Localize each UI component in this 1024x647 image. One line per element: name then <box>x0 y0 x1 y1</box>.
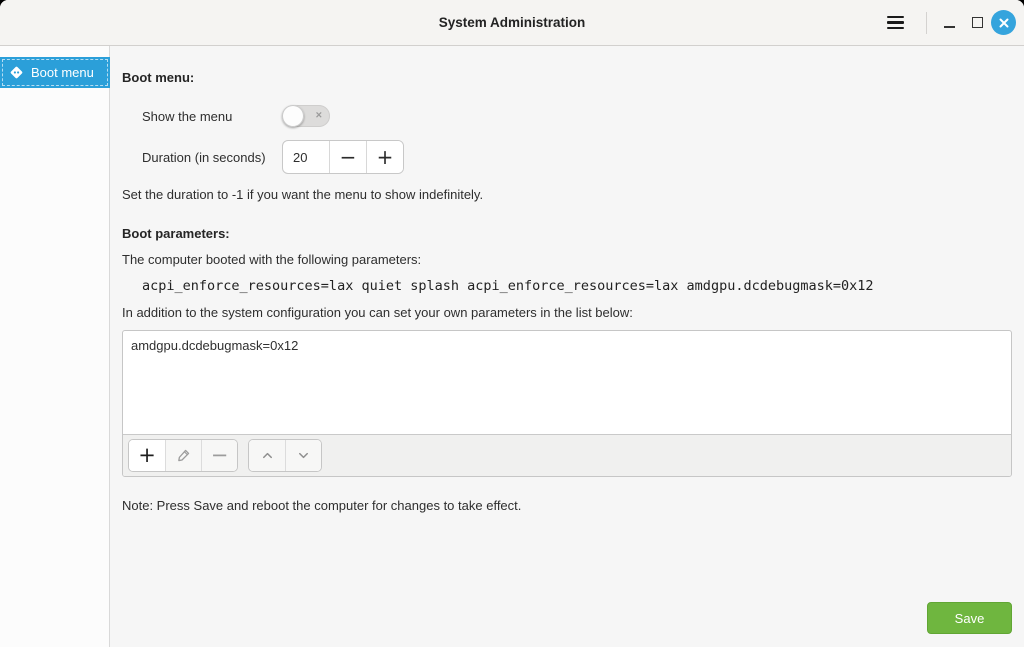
edit-icon <box>176 448 191 463</box>
move-up-button[interactable] <box>249 440 285 471</box>
duration-increment-button[interactable]: + <box>366 141 403 173</box>
hamburger-menu-button[interactable] <box>878 8 912 38</box>
move-down-button[interactable] <box>285 440 321 471</box>
duration-row: Duration (in seconds) − + <box>142 140 1012 174</box>
close-button[interactable] <box>991 10 1016 35</box>
hamburger-icon <box>887 16 904 19</box>
sidebar-item-label: Boot menu <box>31 65 94 80</box>
duration-hint: Set the duration to -1 if you want the m… <box>122 187 1012 202</box>
content: Boot menu: Show the menu × Duration (in … <box>110 46 1024 647</box>
show-menu-toggle[interactable]: × <box>282 105 330 127</box>
maximize-button[interactable] <box>963 9 991 37</box>
close-icon <box>998 17 1010 29</box>
move-up-icon <box>260 448 275 463</box>
titlebar-controls <box>878 0 1016 45</box>
duration-decrement-button[interactable]: − <box>329 141 366 173</box>
custom-params-list[interactable]: amdgpu.dcdebugmask=0x12 <box>123 331 1011 434</box>
minimize-button[interactable] <box>935 9 963 37</box>
boot-diamond-icon <box>9 65 24 80</box>
list-toolbar: + − <box>123 434 1011 476</box>
system-administration-window: System Administration <box>0 0 1024 647</box>
show-menu-row: Show the menu × <box>142 99 1012 133</box>
custom-params-frame: amdgpu.dcdebugmask=0x12 + − <box>122 330 1012 477</box>
duration-label: Duration (in seconds) <box>142 150 282 165</box>
edit-button-group: + − <box>128 439 238 472</box>
toggle-off-x-icon: × <box>316 111 322 122</box>
move-button-group <box>248 439 322 472</box>
titlebar: System Administration <box>0 0 1024 46</box>
sidebar: Boot menu <box>0 46 110 647</box>
minimize-icon <box>944 26 955 28</box>
duration-spinbox: − + <box>282 140 404 174</box>
booted-with-label: The computer booted with the following p… <box>122 252 1012 267</box>
add-parameter-button[interactable]: + <box>129 440 165 471</box>
main-area: Boot menu Boot menu: Show the menu × Dur… <box>0 46 1024 647</box>
custom-params-label: In addition to the system configuration … <box>122 305 1012 320</box>
edit-parameter-button[interactable] <box>165 440 201 471</box>
boot-menu-heading: Boot menu: <box>122 70 1012 85</box>
window-title: System Administration <box>439 15 586 30</box>
move-down-icon <box>296 448 311 463</box>
list-item[interactable]: amdgpu.dcdebugmask=0x12 <box>131 336 1003 355</box>
sidebar-item-boot-menu[interactable]: Boot menu <box>0 57 110 88</box>
show-menu-label: Show the menu <box>142 109 282 124</box>
save-button[interactable]: Save <box>927 602 1012 634</box>
save-note: Note: Press Save and reboot the computer… <box>122 498 1012 513</box>
duration-input[interactable] <box>283 141 329 173</box>
boot-parameters-heading: Boot parameters: <box>122 226 1012 241</box>
booted-params-value: acpi_enforce_resources=lax quiet splash … <box>142 278 1012 294</box>
toggle-knob <box>282 105 304 127</box>
remove-parameter-button[interactable]: − <box>201 440 237 471</box>
titlebar-separator <box>926 12 927 34</box>
maximize-icon <box>972 17 983 28</box>
